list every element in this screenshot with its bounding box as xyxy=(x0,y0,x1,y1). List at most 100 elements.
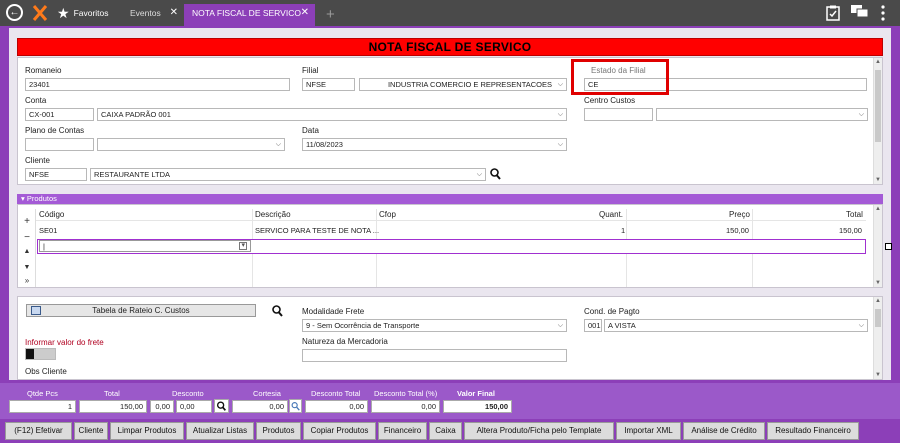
new-row-codigo-select[interactable]: | ▾ xyxy=(39,240,251,252)
filial-name: INDUSTRIA COMERCIO E REPRESENTACOES xyxy=(387,80,552,89)
natureza-input[interactable] xyxy=(302,349,567,362)
filial-select[interactable]: INDUSTRIA COMERCIO E REPRESENTACOES ⌵ xyxy=(359,78,567,91)
text-cursor: | xyxy=(43,242,45,251)
desconto-pct-input[interactable]: 0,00 xyxy=(150,400,174,413)
modalidade-frete-select[interactable]: 9 - Sem Ocorrência de Transporte ⌵ xyxy=(302,319,567,332)
desconto-value-input[interactable]: 0,00 xyxy=(176,400,212,413)
caixa-button[interactable]: Caixa xyxy=(429,422,462,440)
total-label: Total xyxy=(104,389,120,398)
desconto-total-label: Desconto Total xyxy=(311,389,361,398)
more-vert-icon[interactable] xyxy=(880,5,886,21)
importar-xml-button[interactable]: Importar XML xyxy=(616,422,681,440)
informar-frete-toggle[interactable] xyxy=(25,348,56,360)
cell-total[interactable]: 150,00 xyxy=(839,226,862,235)
limpar-produtos-button[interactable]: Limpar Produtos xyxy=(110,422,184,440)
resize-handle[interactable] xyxy=(885,243,892,250)
rateio-centro-custos-button[interactable]: Tabela de Rateio C. Custos xyxy=(26,304,256,317)
qtde-pcs-label: Qtde Pcs xyxy=(27,389,58,398)
scroll-down-icon[interactable]: ▼ xyxy=(874,372,882,378)
expand-icon[interactable]: » xyxy=(22,276,32,285)
move-down-icon[interactable]: ▼ xyxy=(22,264,32,271)
plano-contas-label: Plano de Contas xyxy=(25,126,85,135)
action-button-bar: (F12) Efetivar Cliente Limpar Produtos A… xyxy=(0,421,900,443)
chevron-down-icon: ⌵ xyxy=(476,171,482,178)
cliente-name: RESTAURANTE LTDA xyxy=(94,170,170,179)
search-icon[interactable] xyxy=(214,399,229,413)
close-icon[interactable]: ✕ xyxy=(170,4,178,22)
scroll-thumb[interactable] xyxy=(875,309,881,327)
filial-code-input[interactable]: NFSE xyxy=(302,78,355,91)
cliente-button[interactable]: Cliente xyxy=(74,422,108,440)
produtos-section-header[interactable]: ▾ Produtos xyxy=(17,194,883,204)
cond-pagto-name: A VISTA xyxy=(608,321,636,330)
scroll-up-icon[interactable]: ▲ xyxy=(874,206,882,212)
tab-nota-fiscal[interactable]: NOTA FISCAL DE SERVICO ✕ xyxy=(184,4,315,26)
plano-contas-code-input[interactable] xyxy=(25,138,94,151)
close-icon[interactable]: ✕ xyxy=(301,4,309,22)
favorites-button[interactable]: ★ Favoritos xyxy=(57,5,109,22)
new-row[interactable]: | ▾ xyxy=(37,239,866,254)
chevron-down-icon: ⌵ xyxy=(858,322,864,329)
col-header-preco[interactable]: Preço xyxy=(729,210,750,219)
resultado-financeiro-button[interactable]: Resultado Financeiro xyxy=(767,422,859,440)
scroll-down-icon[interactable]: ▼ xyxy=(874,177,882,183)
conta-code-input[interactable]: CX-001 xyxy=(25,108,94,121)
efetivar-button[interactable]: (F12) Efetivar xyxy=(5,422,72,440)
col-header-codigo[interactable]: Código xyxy=(39,210,64,219)
scroll-up-icon[interactable]: ▲ xyxy=(874,59,882,65)
financeiro-button[interactable]: Financeiro xyxy=(378,422,427,440)
chat-icon[interactable] xyxy=(851,5,869,19)
add-row-icon[interactable]: + xyxy=(22,216,32,227)
natureza-label: Natureza da Mercadoria xyxy=(302,337,388,346)
atualizar-listas-button[interactable]: Atualizar Listas xyxy=(186,422,254,440)
centro-custos-code-input[interactable] xyxy=(584,108,653,121)
col-header-total[interactable]: Total xyxy=(846,210,863,219)
add-tab-icon[interactable]: + xyxy=(326,6,335,23)
title-bar: ← ★ Favoritos Eventos ✕ NOTA FISCAL DE SE… xyxy=(0,0,900,26)
altera-produto-template-button[interactable]: Altera Produto/Ficha pelo Template xyxy=(464,422,614,440)
col-header-cfop[interactable]: Cfop xyxy=(379,210,396,219)
scroll-thumb[interactable] xyxy=(875,70,881,142)
cell-descricao[interactable]: SERVICO PARA TESTE DE NOTA ... xyxy=(255,226,379,235)
copiar-produtos-button[interactable]: Copiar Produtos xyxy=(303,422,376,440)
modalidade-frete-value: 9 - Sem Ocorrência de Transporte xyxy=(306,321,420,330)
analise-credito-button[interactable]: Análise de Crédito xyxy=(683,422,765,440)
cell-codigo[interactable]: SE01 xyxy=(39,226,57,235)
plano-contas-select[interactable]: ⌵ xyxy=(97,138,285,151)
form-title-bar: NOTA FISCAL DE SERVICO xyxy=(17,38,883,56)
totals-bar: Qtde Pcs 1 Total 150,00 Desconto 0,00 0,… xyxy=(0,383,900,419)
cond-pagto-select[interactable]: A VISTA ⌵ xyxy=(604,319,868,332)
scroll-up-icon[interactable]: ▲ xyxy=(874,298,882,304)
search-icon[interactable] xyxy=(272,305,283,317)
cliente-select[interactable]: RESTAURANTE LTDA ⌵ xyxy=(90,168,486,181)
romaneio-input[interactable]: 23401 xyxy=(25,78,290,91)
scroll-down-icon[interactable]: ▼ xyxy=(874,280,882,286)
produtos-scrollbar[interactable]: ▲ ▼ xyxy=(873,205,882,287)
valor-final-label: Valor Final xyxy=(457,389,495,398)
conta-select[interactable]: CAIXA PADRÃO 001 ⌵ xyxy=(97,108,567,121)
col-header-quant[interactable]: Quant. xyxy=(599,210,623,219)
cortesia-label: Cortesia xyxy=(253,389,281,398)
header-scrollbar[interactable]: ▲ ▼ xyxy=(873,58,882,184)
col-header-descricao[interactable]: Descrição xyxy=(255,210,291,219)
cond-pagto-code-input[interactable]: 001 xyxy=(584,319,602,332)
back-icon[interactable]: ← xyxy=(6,4,23,21)
produtos-button[interactable]: Produtos xyxy=(256,422,301,440)
table-icon xyxy=(31,306,41,315)
cliente-code-input[interactable]: NFSE xyxy=(25,168,87,181)
tab-eventos[interactable]: Eventos ✕ xyxy=(122,4,184,26)
centro-custos-select[interactable]: ⌵ xyxy=(656,108,868,121)
cortesia-search-icon[interactable] xyxy=(289,399,302,413)
remove-row-icon[interactable]: − xyxy=(22,232,32,243)
cell-quant[interactable]: 1 xyxy=(621,226,625,235)
data-input[interactable]: 11/08/2023 ⌵ xyxy=(302,138,567,151)
desconto-total-pct-value: 0,00 xyxy=(371,400,440,413)
lower-scrollbar[interactable]: ▲ ▼ xyxy=(873,297,882,379)
tab-label: NOTA FISCAL DE SERVICO xyxy=(192,8,301,18)
cell-preco[interactable]: 150,00 xyxy=(726,226,749,235)
cortesia-value[interactable]: 0,00 xyxy=(232,400,288,413)
search-icon[interactable] xyxy=(490,168,501,180)
clipboard-icon[interactable] xyxy=(826,5,840,21)
move-up-icon[interactable]: ▲ xyxy=(22,248,32,255)
valor-final-value: 150,00 xyxy=(443,400,512,413)
